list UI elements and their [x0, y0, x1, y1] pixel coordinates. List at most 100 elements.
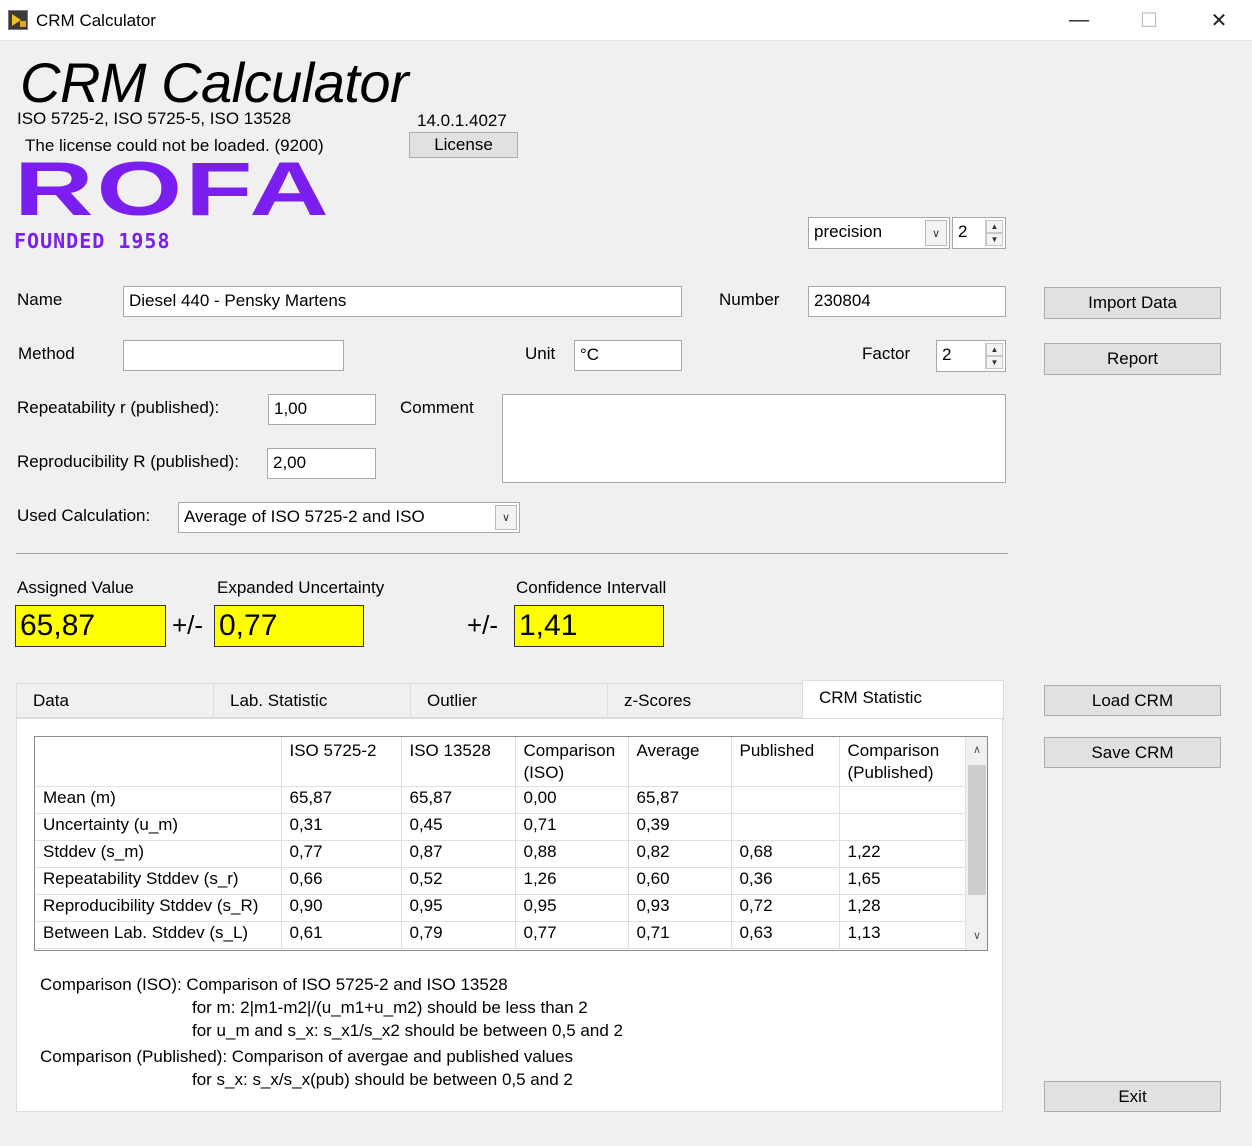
tab-lab-statistic[interactable]: Lab. Statistic	[213, 683, 412, 718]
table-header-row: ISO 5725-2 ISO 13528 Comparison (ISO) Av…	[35, 737, 966, 787]
row-label: Stddev (s_m)	[35, 840, 282, 868]
table-row[interactable]: Stddev (s_m) 0,77 0,87 0,88 0,82 0,68 1,…	[35, 840, 966, 868]
column-header: Comparison (Published)	[839, 737, 966, 787]
close-button[interactable]: ✕	[1184, 0, 1252, 41]
table-cell	[731, 786, 840, 814]
row-label: Between Lab. Stddev (s_L)	[35, 921, 282, 949]
spin-down-icon[interactable]: ▼	[986, 233, 1003, 246]
column-header: Average	[628, 737, 732, 787]
note-line: Comparison (Published): Comparison of av…	[40, 1047, 573, 1066]
standards-text: ISO 5725-2, ISO 5725-5, ISO 13528	[17, 109, 292, 128]
license-button[interactable]: License	[409, 132, 518, 158]
table-cell: 0,72	[731, 894, 840, 922]
unit-field[interactable]: °C	[574, 340, 682, 371]
table-cell	[839, 813, 966, 841]
column-header: Comparison (ISO)	[515, 737, 629, 787]
reproducibility-label: Reproducibility R (published):	[17, 452, 240, 471]
exit-button[interactable]: Exit	[1044, 1081, 1221, 1112]
column-header: ISO 5725-2	[281, 737, 402, 787]
repeatability-field[interactable]: 1,00	[268, 394, 376, 425]
version-text: 14.0.1.4027	[417, 111, 507, 130]
assigned-value-label: Assigned Value	[17, 578, 134, 597]
name-label: Name	[17, 290, 63, 309]
table-row[interactable]: Mean (m) 65,87 65,87 0,00 65,87	[35, 786, 966, 814]
unit-label: Unit	[525, 344, 556, 363]
factor-stepper[interactable]: 2 ▲ ▼	[936, 340, 1006, 372]
scroll-down-icon[interactable]: ∨	[966, 929, 987, 942]
expanded-uncertainty-value: 0,77	[214, 605, 364, 647]
row-label: Reproducibility Stddev (s_R)	[35, 894, 282, 922]
precision-value: 2	[958, 222, 968, 241]
comment-label: Comment	[400, 398, 474, 417]
table-cell: 0,71	[628, 921, 732, 949]
tab-outlier[interactable]: Outlier	[410, 683, 609, 718]
tab-crm-statistic[interactable]: CRM Statistic	[802, 680, 1004, 720]
confidence-interval-label: Confidence Intervall	[516, 578, 667, 597]
plus-minus-2: +/-	[467, 610, 499, 640]
scrollbar-thumb[interactable]	[968, 765, 986, 895]
reproducibility-field[interactable]: 2,00	[267, 448, 376, 479]
load-crm-button[interactable]: Load CRM	[1044, 685, 1221, 716]
tab-data[interactable]: Data	[16, 683, 215, 718]
maximize-button[interactable]: ☐	[1114, 0, 1184, 41]
table-cell: 0,88	[515, 840, 629, 868]
name-field[interactable]: Diesel 440 - Pensky Martens	[123, 286, 682, 317]
column-header: Published	[731, 737, 840, 787]
save-crm-button[interactable]: Save CRM	[1044, 737, 1221, 768]
table-cell: 0,93	[628, 894, 732, 922]
title-bar: CRM Calculator — ☐ ✕	[0, 0, 1252, 41]
window-title: CRM Calculator	[36, 11, 156, 30]
table-cell: 0,45	[401, 813, 516, 841]
spinner-arrows[interactable]: ▲ ▼	[985, 220, 1003, 246]
spin-up-icon[interactable]: ▲	[986, 220, 1003, 233]
table-cell: 65,87	[628, 786, 732, 814]
table-cell: 0,77	[515, 921, 629, 949]
table-cell: 0,77	[281, 840, 402, 868]
chevron-down-icon[interactable]: ∨	[925, 220, 947, 246]
table-cell: 65,87	[401, 786, 516, 814]
chevron-down-icon[interactable]: ∨	[495, 505, 517, 530]
report-button[interactable]: Report	[1044, 343, 1221, 375]
table-cell	[731, 813, 840, 841]
table-row[interactable]: Uncertainty (u_m) 0,31 0,45 0,71 0,39	[35, 813, 966, 841]
table-row[interactable]: Reproducibility Stddev (s_R) 0,90 0,95 0…	[35, 894, 966, 922]
note-line: for u_m and s_x: s_x1/s_x2 should be bet…	[192, 1021, 623, 1040]
spin-down-icon[interactable]: ▼	[986, 356, 1003, 369]
table-cell: 0,90	[281, 894, 402, 922]
rofa-logo-subtitle: FOUNDED 1958	[14, 229, 171, 253]
table-cell: 0,87	[401, 840, 516, 868]
table-cell: 0,52	[401, 867, 516, 895]
number-field[interactable]: 230804	[808, 286, 1006, 317]
used-calculation-value: Average of ISO 5725-2 and ISO	[184, 507, 425, 526]
table-cell: 0,71	[515, 813, 629, 841]
spin-up-icon[interactable]: ▲	[986, 343, 1003, 356]
column-header	[35, 737, 282, 787]
minimize-button[interactable]: —	[1044, 0, 1114, 41]
table-cell: 0,39	[628, 813, 732, 841]
scroll-up-icon[interactable]: ∧	[966, 743, 987, 756]
method-label: Method	[18, 344, 75, 363]
table-cell: 0,79	[401, 921, 516, 949]
precision-stepper[interactable]: 2 ▲ ▼	[952, 217, 1006, 249]
precision-select[interactable]: precision ∨	[808, 217, 950, 249]
table-scrollbar[interactable]: ∧ ∨	[965, 737, 987, 950]
import-data-button[interactable]: Import Data	[1044, 287, 1221, 319]
table-cell: 1,65	[839, 867, 966, 895]
table-cell: 0,36	[731, 867, 840, 895]
table-row[interactable]: Between Lab. Stddev (s_L) 0,61 0,79 0,77…	[35, 921, 966, 949]
table-cell: 0,66	[281, 867, 402, 895]
table-cell: 0,82	[628, 840, 732, 868]
tab-z-scores[interactable]: z-Scores	[607, 683, 804, 718]
table-cell: 0,00	[515, 786, 629, 814]
used-calculation-label: Used Calculation:	[17, 506, 151, 525]
confidence-interval-value: 1,41	[514, 605, 664, 647]
used-calculation-select[interactable]: Average of ISO 5725-2 and ISO ∨	[178, 502, 520, 533]
divider	[16, 553, 1008, 554]
statistics-table[interactable]: ISO 5725-2 ISO 13528 Comparison (ISO) Av…	[34, 736, 988, 951]
plus-minus-1: +/-	[172, 610, 204, 640]
method-field[interactable]	[123, 340, 344, 371]
table-row[interactable]: Repeatability Stddev (s_r) 0,66 0,52 1,2…	[35, 867, 966, 895]
spinner-arrows[interactable]: ▲ ▼	[985, 343, 1003, 369]
comment-field[interactable]	[502, 394, 1006, 483]
table-cell: 0,63	[731, 921, 840, 949]
